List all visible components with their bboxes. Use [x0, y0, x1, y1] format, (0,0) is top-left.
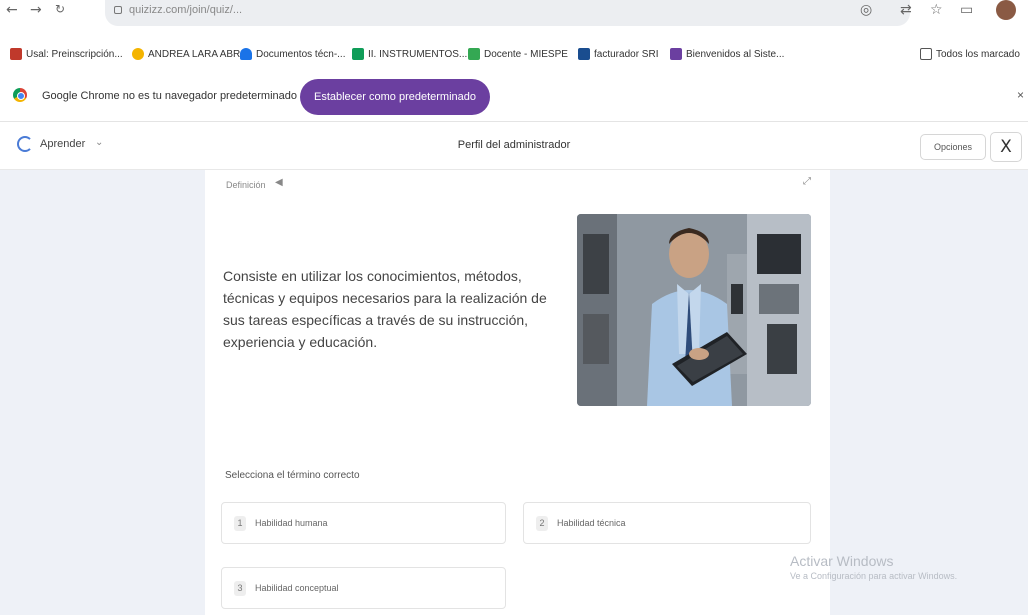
chrome-logo-icon — [13, 88, 27, 102]
bookmark-item[interactable]: Documentos técn-... — [240, 48, 345, 60]
answer-option[interactable]: 3 Habilidad conceptual — [221, 567, 506, 609]
bookmark-item[interactable]: Docente - MIESPE — [468, 48, 568, 60]
infobar-message: Google Chrome no es tu navegador predete… — [42, 90, 297, 102]
drive-icon — [352, 48, 364, 60]
all-bookmarks-label: Todos los marcado — [936, 48, 1020, 60]
sri-icon — [578, 48, 590, 60]
bookmark-item[interactable]: Bienvenidos al Siste... — [670, 48, 784, 60]
definition-text: Consiste en utilizar los conocimientos, … — [223, 268, 547, 350]
bookmark-star-icon[interactable]: ☆ — [930, 2, 943, 18]
bookmark-label: Docente - MIESPE — [484, 48, 568, 60]
quiz-header: Aprender ⌄ Perfil del administrador Opci… — [0, 123, 1028, 170]
forward-icon[interactable]: → — [30, 2, 42, 18]
option-label: Habilidad conceptual — [255, 583, 339, 593]
bookmark-favicon-icon — [10, 48, 22, 60]
option-label: Habilidad humana — [255, 518, 328, 528]
quiz-title: Perfil del administrador — [457, 139, 571, 151]
bookmark-label: Bienvenidos al Siste... — [686, 48, 785, 60]
browser-toolbar: ← → ↻ quizizz.com/join/quiz/... ◎ ⇄ ☆ ▭ — [0, 0, 1028, 40]
classroom-icon — [468, 48, 480, 60]
watermark-title: Activar Windows — [790, 553, 894, 569]
sidepanel-icon[interactable]: ▭ — [960, 2, 973, 18]
folder-icon — [920, 48, 932, 60]
bookmark-label: Documentos técn-... — [256, 48, 346, 60]
speaker-icon[interactable]: ◀ — [275, 177, 283, 188]
question-prompt: Selecciona el término correcto — [225, 470, 360, 481]
quiz-stage: Definición ◀ ⤢ Consiste en utilizar los … — [0, 170, 1028, 615]
share-icon[interactable]: ⇄ — [900, 2, 912, 18]
bookmark-favicon-icon — [132, 48, 144, 60]
set-default-button[interactable]: Establecer como predeterminado — [300, 79, 490, 115]
bookmark-label: Usal: Preinscripción... — [26, 48, 123, 60]
definition-image — [577, 214, 811, 406]
windows-activation-watermark: Activar Windows Ve a Configuración para … — [790, 553, 957, 581]
watermark-subtitle: Ve a Configuración para activar Windows. — [790, 571, 958, 581]
profile-avatar[interactable] — [996, 0, 1016, 20]
option-number: 3 — [234, 580, 246, 596]
reload-icon[interactable]: ↻ — [55, 2, 65, 16]
google-lens-icon[interactable]: ◎ — [860, 2, 872, 18]
options-button[interactable]: Opciones — [920, 134, 986, 160]
site-info-icon[interactable] — [114, 6, 122, 14]
back-icon[interactable]: ← — [6, 2, 18, 18]
flashcard: Definición ◀ ⤢ Consiste en utilizar los … — [205, 170, 830, 615]
cloud-icon — [240, 48, 252, 60]
option-label: Habilidad técnica — [557, 518, 626, 528]
url-text[interactable]: quizizz.com/join/quiz/... — [129, 4, 242, 16]
bookmark-item[interactable]: Usal: Preinscripción... — [10, 48, 123, 60]
infobar-close-icon[interactable]: × — [1017, 88, 1024, 102]
bookmark-label: facturador SRI — [594, 48, 659, 60]
bookmark-item[interactable]: II. INSTRUMENTOS... — [352, 48, 467, 60]
close-quiz-button[interactable]: X — [990, 132, 1022, 162]
answer-option[interactable]: 1 Habilidad humana — [221, 502, 506, 544]
option-number: 2 — [536, 515, 548, 531]
definition-label: Definición — [226, 180, 266, 190]
all-bookmarks-button[interactable]: Todos los marcado — [920, 48, 1020, 60]
bookmark-item[interactable]: ANDREA LARA ABR... — [132, 48, 249, 60]
bookmarks-bar: Usal: Preinscripción... ANDREA LARA ABR.… — [0, 40, 1028, 68]
bookmark-favicon-icon — [670, 48, 682, 60]
expand-icon[interactable]: ⤢ — [803, 176, 811, 187]
default-browser-infobar: Google Chrome no es tu navegador predete… — [0, 68, 1028, 122]
bookmark-label: ANDREA LARA ABR... — [148, 48, 249, 60]
address-bar[interactable]: quizizz.com/join/quiz/... — [105, 0, 910, 26]
option-number: 1 — [234, 515, 246, 531]
answer-option[interactable]: 2 Habilidad técnica — [523, 502, 811, 544]
bookmark-label: II. INSTRUMENTOS... — [368, 48, 468, 60]
bookmark-item[interactable]: facturador SRI — [578, 48, 658, 60]
